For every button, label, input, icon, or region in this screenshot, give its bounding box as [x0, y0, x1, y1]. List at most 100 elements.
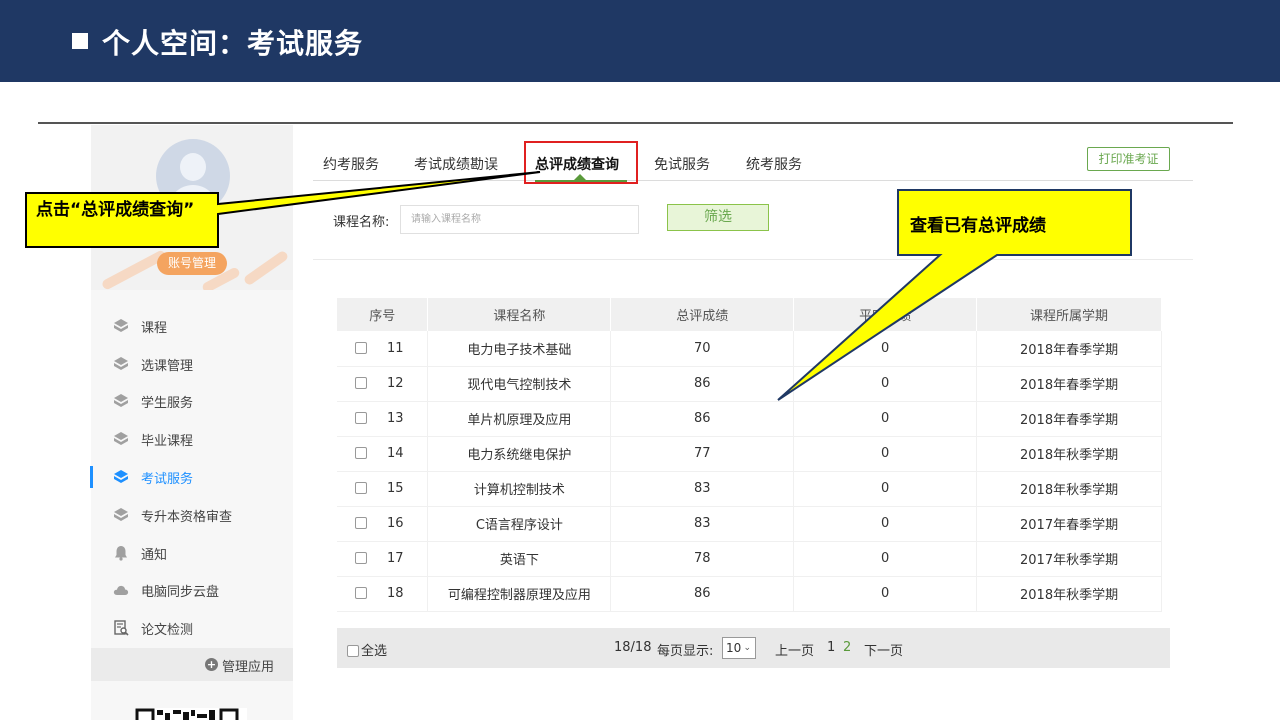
final-score-cell: 86	[610, 366, 795, 402]
row-checkbox[interactable]	[355, 412, 367, 424]
final-score-cell: 77	[610, 436, 795, 472]
sidebar-item-label: 毕业课程	[141, 434, 194, 449]
square-bullet-icon	[72, 33, 88, 49]
semester-cell: 2017年秋季学期	[976, 541, 1162, 577]
course-cell: C语言程序设计	[427, 506, 612, 542]
account-management-button[interactable]: 账号管理	[157, 252, 227, 275]
sidebar-item-exam-services[interactable]: 考试服务	[90, 458, 293, 496]
slide-title: 个人空间：考试服务	[72, 22, 363, 62]
column-header-final-score: 总评成绩	[610, 298, 795, 331]
column-header-semester: 课程所属学期	[976, 298, 1162, 331]
regular-score-cell: 0	[793, 401, 978, 437]
seq-cell: 18	[337, 576, 429, 612]
table-row: 12 现代电气控制技术 86 0 2018年春季学期	[337, 366, 1162, 402]
course-cell: 计算机控制技术	[427, 471, 612, 507]
cube-icon	[114, 357, 128, 370]
sidebar-item-label: 专升本资格审查	[141, 510, 233, 525]
per-page-select[interactable]: 10 ⌄	[722, 637, 756, 659]
table-row: 18 可编程控制器原理及应用 86 0 2018年秋季学期	[337, 576, 1162, 612]
qr-code-icon	[135, 708, 247, 720]
tab-score-correction[interactable]: 考试成绩勘误	[414, 154, 498, 174]
divider-line	[38, 122, 1233, 124]
seq-cell: 15	[337, 471, 429, 507]
course-cell: 电力系统继电保护	[427, 436, 612, 472]
final-score-cell: 83	[610, 506, 795, 542]
table-row: 16 C语言程序设计 83 0 2017年春季学期	[337, 506, 1162, 542]
score-table: 序号 课程名称 总评成绩 平时成绩 课程所属学期 11 电力电子技术基础 70 …	[337, 298, 1162, 612]
seq-value: 14	[387, 446, 404, 461]
sidebar-item-courses[interactable]: 课程	[91, 307, 293, 345]
row-checkbox[interactable]	[355, 552, 367, 564]
sidebar-item-course-selection[interactable]: 选课管理	[91, 345, 293, 383]
course-cell: 电力电子技术基础	[427, 331, 612, 367]
regular-score-cell: 0	[793, 506, 978, 542]
column-header-regular-score: 平时成绩	[793, 298, 978, 331]
manage-apps-label: 管理应用	[222, 660, 275, 675]
column-header-course: 课程名称	[427, 298, 612, 331]
seq-value: 17	[387, 551, 404, 566]
select-all-label: 全选	[361, 644, 388, 659]
row-checkbox[interactable]	[355, 482, 367, 494]
row-checkbox[interactable]	[355, 341, 367, 354]
slide-header: 个人空间：考试服务	[0, 0, 1280, 82]
course-name-input[interactable]	[400, 205, 639, 234]
row-checkbox[interactable]	[355, 517, 367, 529]
final-score-cell: 86	[610, 576, 795, 612]
plus-circle-icon: +	[205, 658, 218, 671]
sidebar-item-cloud-sync[interactable]: 电脑同步云盘	[91, 571, 293, 609]
sidebar-item-label: 电脑同步云盘	[141, 585, 220, 600]
slide-title-text: 个人空间：考试服务	[102, 27, 364, 60]
sidebar-item-thesis-check[interactable]: 论文检测	[91, 609, 293, 647]
divider-line	[313, 259, 1193, 260]
highlight-box	[524, 141, 638, 184]
sidebar-item-notifications[interactable]: 通知	[91, 534, 293, 572]
course-cell: 可编程控制器原理及应用	[427, 576, 612, 612]
print-admission-ticket-button[interactable]: 打印准考证	[1087, 147, 1170, 171]
seq-cell: 12	[337, 366, 429, 402]
semester-cell: 2018年秋季学期	[976, 576, 1162, 612]
final-score-cell: 83	[610, 471, 795, 507]
decor-swoosh	[242, 249, 290, 287]
filter-button[interactable]: 筛选	[667, 204, 769, 231]
regular-score-cell: 0	[793, 366, 978, 402]
sidebar-item-student-services[interactable]: 学生服务	[91, 382, 293, 420]
row-checkbox[interactable]	[355, 587, 367, 599]
final-score-cell: 86	[610, 401, 795, 437]
table-row: 11 电力电子技术基础 70 0 2018年春季学期	[337, 331, 1162, 367]
sidebar-item-upgrade-qualification[interactable]: 专升本资格审查	[91, 496, 293, 534]
prev-page-link[interactable]: 上一页	[775, 640, 814, 659]
per-page-value: 10	[726, 641, 742, 655]
next-page-link[interactable]: 下一页	[864, 640, 903, 659]
tab-unified-exam[interactable]: 统考服务	[746, 154, 802, 174]
decor-swoosh	[100, 249, 168, 290]
seq-value: 13	[387, 411, 404, 426]
row-checkbox[interactable]	[355, 447, 367, 459]
semester-cell: 2018年春季学期	[976, 331, 1162, 367]
page-2-link[interactable]: 2	[843, 640, 851, 655]
semester-cell: 2018年春季学期	[976, 401, 1162, 437]
seq-value: 18	[387, 586, 404, 601]
table-row: 15 计算机控制技术 83 0 2018年秋季学期	[337, 471, 1162, 507]
page-1-link[interactable]: 1	[827, 640, 835, 655]
tab-exam-booking[interactable]: 约考服务	[323, 154, 379, 174]
per-page-label: 每页显示:	[657, 644, 714, 659]
final-score-cell: 78	[610, 541, 795, 577]
record-count: 18/18	[614, 640, 652, 655]
document-search-icon	[114, 620, 129, 636]
sidebar-item-graduation-courses[interactable]: 毕业课程	[91, 420, 293, 458]
cube-icon	[114, 432, 128, 445]
regular-score-cell: 0	[793, 541, 978, 577]
course-cell: 英语下	[427, 541, 612, 577]
row-checkbox[interactable]	[355, 377, 367, 389]
select-all-checkbox[interactable]	[347, 645, 359, 657]
sidebar-item-label: 课程	[141, 321, 168, 336]
tab-bar: 约考服务 考试成绩勘误 总评成绩查询 免试服务 统考服务	[313, 140, 1193, 182]
select-all-toggle[interactable]: 全选	[347, 640, 387, 659]
manage-apps-button[interactable]: + 管理应用	[91, 648, 293, 681]
seq-cell: 14	[337, 436, 429, 472]
tab-exam-exemption[interactable]: 免试服务	[654, 154, 710, 174]
cube-icon	[114, 508, 128, 521]
sidebar-item-label: 通知	[141, 548, 168, 563]
seq-cell: 16	[337, 506, 429, 542]
cube-icon	[114, 470, 128, 483]
